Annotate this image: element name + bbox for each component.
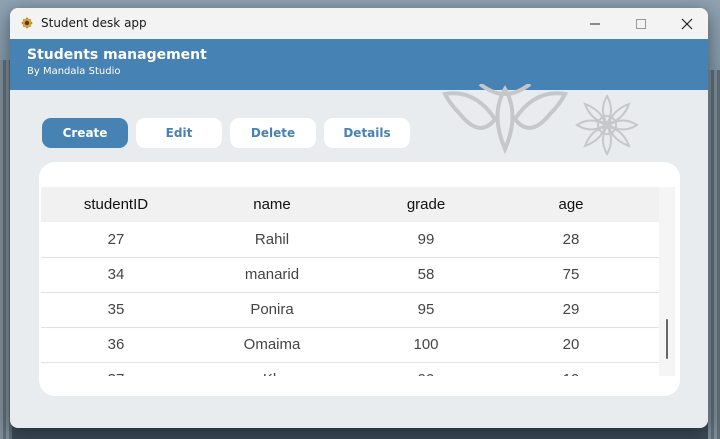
cell-age: 19 [526, 371, 616, 376]
title-bar[interactable]: Student desk app [10, 8, 708, 39]
column-header-name[interactable]: name [227, 196, 317, 213]
app-window: Student desk app Students management By … [10, 8, 708, 428]
cell-name: Kh [227, 371, 317, 376]
students-table-card: studentID name grade age 27 Rahil 99 28 … [39, 162, 680, 396]
cell-studentid: 37 [71, 371, 161, 376]
mandala-icon [21, 17, 33, 29]
cell-grade: 99 [417, 231, 435, 248]
cell-age: 29 [562, 301, 580, 318]
table-row[interactable]: 37 Kh 90 19 [41, 362, 660, 376]
cell-grade: 95 [417, 301, 435, 318]
table-row[interactable]: 36 Omaima 100 20 [41, 327, 660, 363]
background-building-right [708, 70, 720, 439]
column-header-studentid[interactable]: studentID [71, 196, 161, 213]
cell-studentid: 27 [107, 231, 125, 248]
cell-studentid: 35 [107, 301, 125, 318]
delete-button[interactable]: Delete [230, 118, 316, 148]
cell-name: Rahil [254, 231, 290, 248]
create-button[interactable]: Create [42, 118, 128, 148]
table-row[interactable]: 27 Rahil 99 28 [41, 222, 660, 258]
maximize-icon [636, 18, 646, 29]
close-button[interactable] [664, 8, 708, 39]
minimize-button[interactable] [572, 8, 618, 39]
cell-grade: 58 [417, 266, 435, 283]
close-icon [681, 18, 693, 29]
details-button[interactable]: Details [324, 118, 410, 148]
cell-name: Omaima [243, 336, 301, 353]
cell-age: 75 [562, 266, 580, 283]
cell-age: 20 [562, 336, 580, 353]
table-header: studentID name grade age [41, 187, 660, 222]
mandala-decoration-large-icon [441, 84, 569, 154]
cell-studentid: 36 [107, 336, 125, 353]
edit-button[interactable]: Edit [136, 118, 222, 148]
page-title: Students management [27, 47, 207, 63]
cell-grade: 100 [413, 336, 439, 353]
table-row[interactable]: 34 manarid 58 75 [41, 257, 660, 293]
scrollbar-thumb[interactable] [666, 319, 668, 359]
maximize-button[interactable] [618, 8, 664, 39]
cell-studentid: 34 [107, 266, 125, 283]
mandala-decoration-small-icon [575, 94, 639, 156]
table-row[interactable]: 35 Ponira 95 29 [41, 292, 660, 328]
app-header: Students management By Mandala Studio [10, 39, 708, 90]
cell-name: manarid [244, 266, 300, 283]
column-header-age[interactable]: age [526, 196, 616, 213]
cell-age: 28 [562, 231, 580, 248]
minimize-icon [590, 23, 600, 24]
window-title: Student desk app [41, 16, 147, 30]
students-table[interactable]: studentID name grade age 27 Rahil 99 28 … [41, 187, 660, 376]
cell-grade: 90 [381, 371, 471, 376]
column-header-grade[interactable]: grade [381, 196, 471, 213]
page-subtitle: By Mandala Studio [27, 66, 121, 77]
cell-name: Ponira [250, 301, 294, 318]
vertical-scrollbar[interactable] [659, 187, 675, 376]
